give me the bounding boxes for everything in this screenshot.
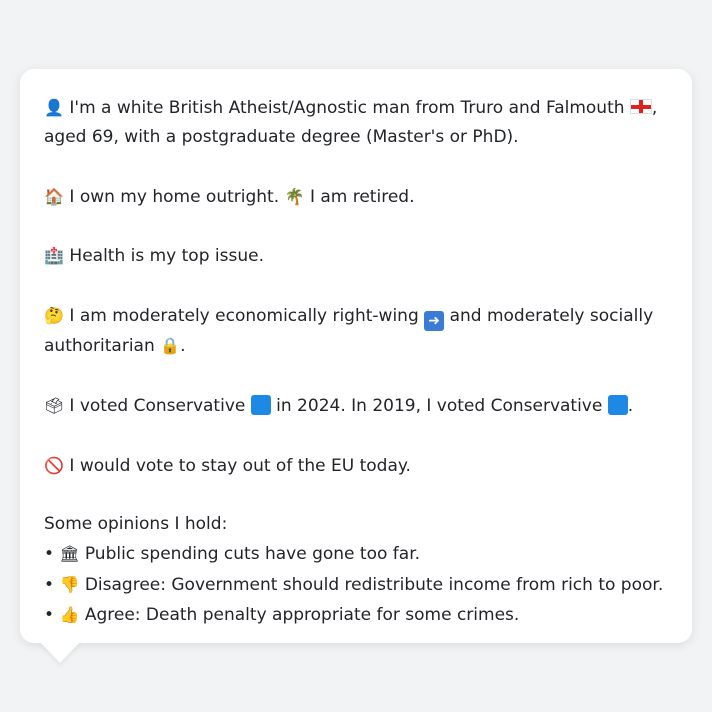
profile-line-voting: 🗳 I voted Conservative in 2024. In 2019,…: [44, 391, 668, 421]
profile-line-ideology-1: 🤔 I am moderately economically right-win…: [44, 301, 668, 332]
profile-line-ideology-2: authoritarian 🔒.: [44, 331, 668, 361]
profile-card: 👤 I'm a white British Atheist/Agnostic m…: [20, 69, 692, 643]
house-icon: 🏠: [44, 186, 64, 206]
profile-line-eu: 🚫 I would vote to stay out of the EU tod…: [44, 451, 668, 481]
opinion-item: • 👍 Agree: Death penalty appropriate for…: [44, 600, 668, 630]
speech-bubble-tail: [40, 642, 80, 663]
profile-line-top-issue: 🏥 Health is my top issue.: [44, 241, 668, 271]
opinion-item: • 🏛 Public spending cuts have gone too f…: [44, 539, 668, 569]
thumbs-up-icon: 👍: [59, 605, 80, 625]
ballot-box-icon: 🗳: [44, 395, 65, 415]
person-silhouette-icon: 👤: [44, 98, 64, 117]
england-flag-icon: [629, 99, 652, 114]
profile-line-housing: 🏠 I own my home outright. 🌴 I am retired…: [44, 182, 668, 212]
party-color-square: [250, 394, 271, 415]
right-arrow-icon: ➜: [424, 311, 445, 332]
thumbs-down-icon: 👎: [59, 574, 80, 594]
opinions-heading: Some opinions I hold:: [44, 514, 228, 535]
profile-line-identity-2: aged 69, with a postgraduate degree (Mas…: [44, 127, 519, 148]
palm-tree-icon: 🌴: [284, 186, 305, 206]
thinking-face-icon: 🤔: [44, 306, 64, 326]
profile-line-identity-1: 👤 I'm a white British Atheist/Agnostic m…: [44, 93, 668, 123]
no-entry-icon: 🚫: [44, 455, 64, 475]
opinion-item: • 👎 Disagree: Government should redistri…: [44, 570, 668, 600]
hospital-icon: 🏥: [44, 246, 64, 266]
classical-building-icon: 🏛: [59, 544, 80, 564]
lock-icon: 🔒: [160, 336, 181, 356]
party-color-square: [607, 394, 628, 415]
